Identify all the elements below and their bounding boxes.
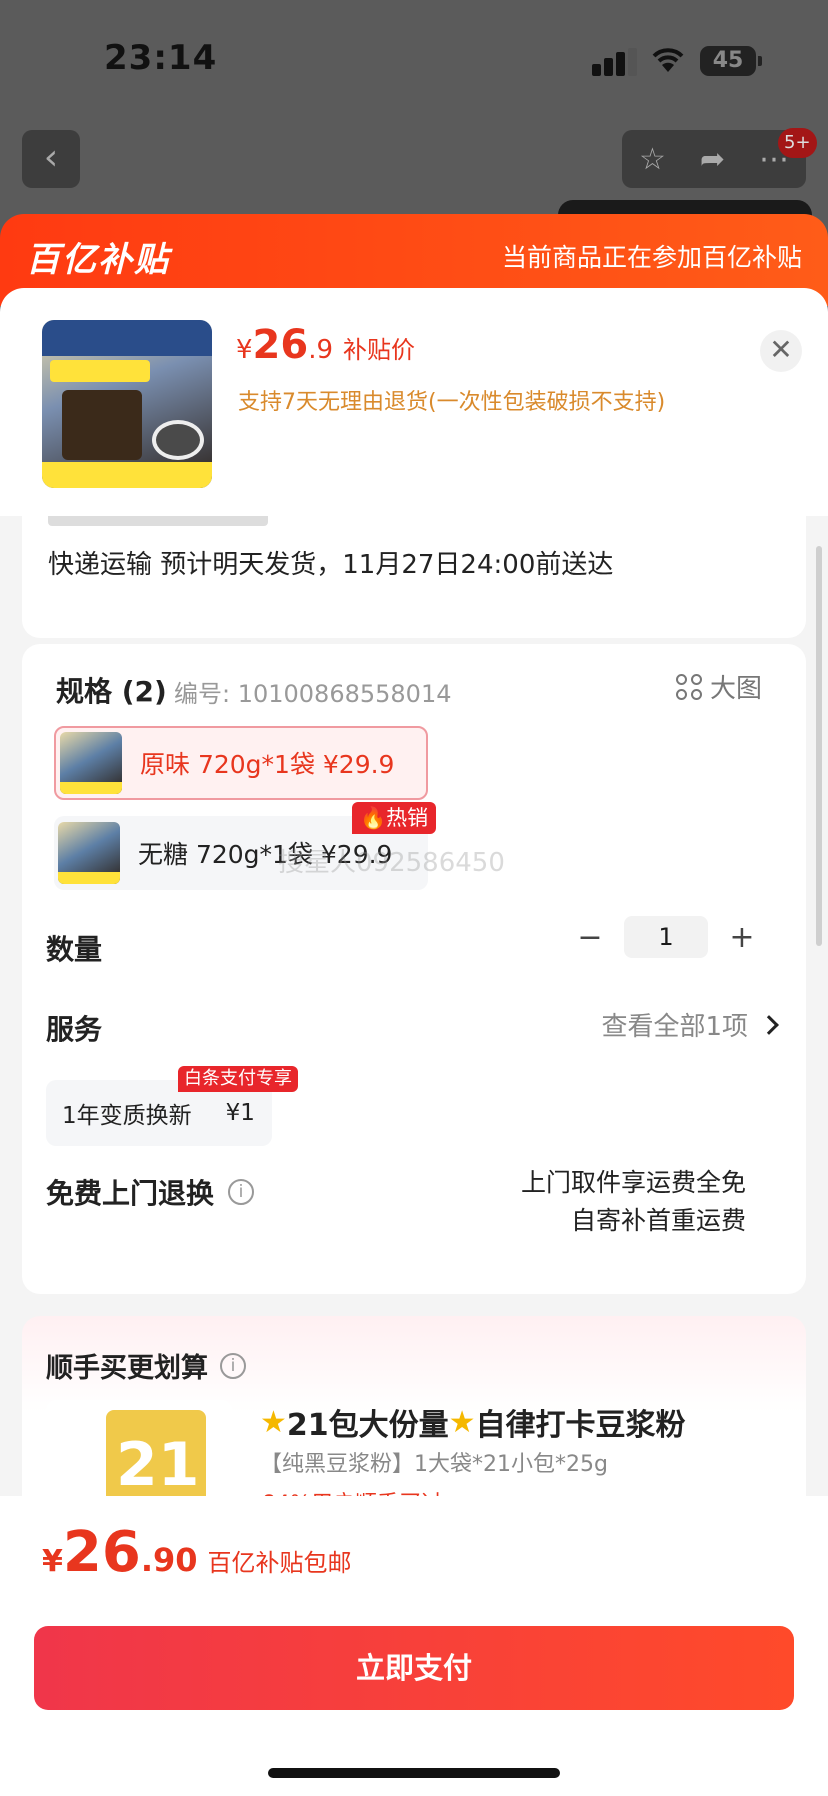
info-icon[interactable]: i	[228, 1179, 255, 1205]
checkout-footer: ¥ 26 .90 百亿补贴包邮 立即支付	[0, 1496, 828, 1796]
quantity-stepper: − 1 +	[570, 916, 762, 958]
back-button[interactable]: ‹	[22, 130, 80, 188]
cut-off-text	[48, 516, 268, 526]
spec-title: 规格 (2)	[56, 675, 167, 708]
price-tag: 补贴价	[343, 336, 416, 364]
spec-code: 编号: 10100868558014	[174, 680, 452, 708]
delivery-card: 快递运输 预计明天发货，11月27日24:00前送达	[22, 516, 806, 638]
free-return-details: 上门取件享运费全免 自寄补首重运费	[520, 1168, 746, 1235]
star-icon[interactable]: ☆	[639, 142, 666, 177]
grid-icon	[675, 673, 702, 700]
status-bar: 23:14 45	[0, 0, 828, 120]
service-title: 服务	[46, 1013, 103, 1046]
service-name: 1年变质换新	[62, 1103, 192, 1129]
return-policy: 支持7天无理由退货(一次性包装破损不支持)	[238, 390, 666, 415]
close-button[interactable]: ✕	[760, 330, 802, 372]
option-thumbnail	[58, 822, 120, 884]
pay-now-button[interactable]: 立即支付	[34, 1626, 794, 1710]
spec-option-original[interactable]: 原味 720g*1袋 ¥29.9	[54, 726, 428, 800]
quantity-minus-button[interactable]: −	[570, 920, 610, 955]
scrollbar[interactable]	[816, 546, 822, 946]
bundle-thumbnail[interactable]: 21	[46, 1400, 232, 1496]
message-badge: 5+	[778, 128, 817, 158]
product-price: ¥ 26 .9 补贴价	[236, 322, 416, 368]
signal-icon	[592, 48, 640, 76]
free-return-title: 免费上门退换 i	[46, 1172, 255, 1212]
share-icon[interactable]: ➦	[700, 142, 725, 177]
option-thumbnail	[60, 732, 122, 794]
battery-icon: 45	[700, 46, 762, 76]
bundle-title: 顺手买更划算 i	[46, 1346, 246, 1385]
hot-badge: 🔥热销	[352, 802, 437, 834]
info-icon[interactable]: i	[220, 1352, 246, 1379]
quantity-plus-button[interactable]: +	[722, 920, 762, 955]
option-label: 原味 720g*1袋 ¥29.9	[140, 750, 395, 779]
spec-card: 规格 (2) 编号: 10100868558014 大图 原味 720g*1袋 …	[22, 644, 806, 1294]
quantity-input[interactable]: 1	[624, 916, 708, 958]
sheet-content: 快递运输 预计明天发货，11月27日24:00前送达 规格 (2) 编号: 10…	[0, 516, 828, 1496]
header-note: 当前商品正在参加百亿补贴	[501, 243, 802, 272]
service-badge: 白条支付专享	[178, 1066, 298, 1092]
status-time: 23:14	[104, 38, 218, 78]
shipping-note: 百亿补贴包邮	[207, 1549, 352, 1577]
bundle-stat: 84%用户顺手买过	[262, 1486, 443, 1496]
big-picture-button[interactable]: 大图	[675, 668, 762, 705]
product-thumbnail	[42, 320, 212, 488]
bundle-card: 顺手买更划算 i 21 ★ 21包大份量 ★ 自律打卡豆浆粉 【纯黑豆浆粉】1大…	[22, 1316, 806, 1496]
brand-logo: 百亿补贴	[26, 240, 170, 280]
delivery-info: 快递运输 预计明天发货，11月27日24:00前送达	[48, 550, 614, 580]
quantity-title: 数量	[46, 933, 103, 966]
bundle-product-name[interactable]: ★ 21包大份量 ★ 自律打卡豆浆粉	[260, 1400, 686, 1444]
chevron-right-icon	[759, 1014, 779, 1035]
wifi-icon	[652, 48, 684, 72]
star-icon: ★	[448, 1404, 476, 1440]
bundle-description: 【纯黑豆浆粉】1大袋*21小包*25g	[260, 1452, 608, 1477]
watermark: 搜星人092586450	[278, 848, 505, 878]
star-icon: ★	[260, 1404, 287, 1440]
home-indicator	[268, 1768, 560, 1778]
service-view-all[interactable]: 查看全部1项	[601, 1006, 779, 1043]
service-price: ¥1	[225, 1100, 255, 1126]
total-price: ¥ 26 .90 百亿补贴包邮	[42, 1520, 352, 1585]
product-summary: ¥ 26 .9 补贴价 支持7天无理由退货(一次性包装破损不支持)	[0, 288, 828, 516]
